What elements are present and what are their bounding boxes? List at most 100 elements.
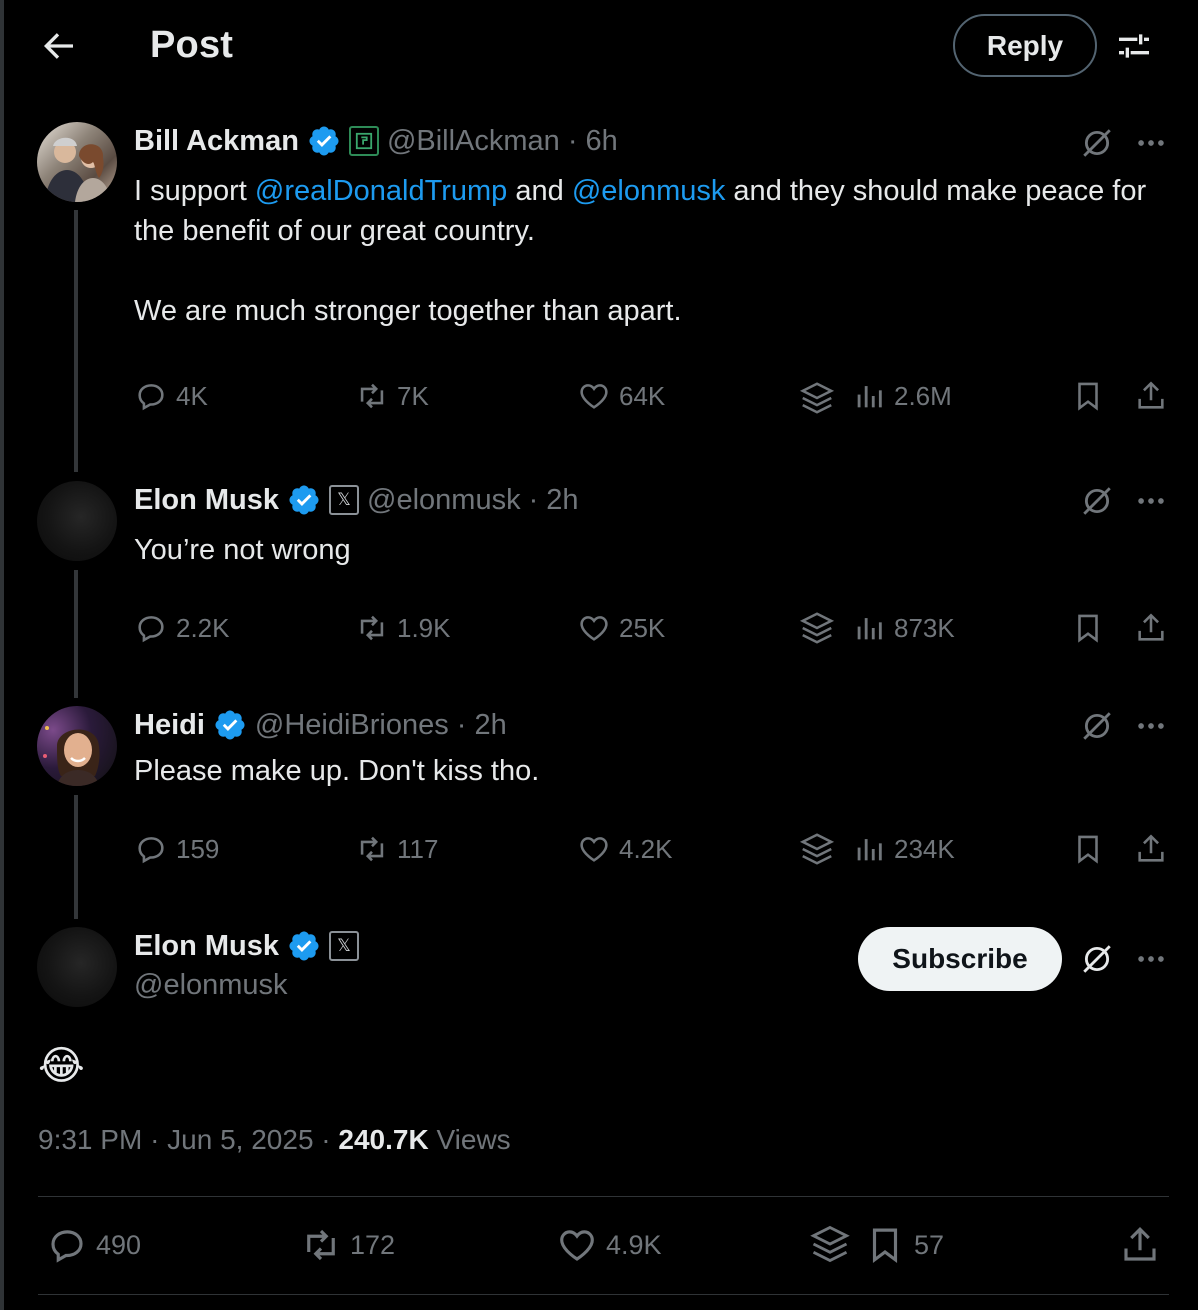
like-count: 64K [619, 380, 666, 411]
author-handle[interactable]: @elonmusk [367, 484, 521, 517]
heart-icon [560, 1230, 594, 1261]
grok-stack-action[interactable] [808, 1222, 852, 1266]
reply-icon [138, 837, 164, 864]
thread-line [74, 210, 78, 472]
author-name[interactable]: Heidi [134, 709, 205, 742]
thread-line [74, 795, 78, 919]
reply-action[interactable]: 490 [46, 1224, 141, 1266]
views-action[interactable]: 2.6M [852, 379, 952, 413]
affiliation-badge-icon[interactable] [348, 126, 379, 156]
reply-icon [138, 384, 164, 411]
reply-count: 2.2K [176, 612, 230, 643]
grok-icon[interactable] [1080, 484, 1114, 518]
analytics-icon [857, 618, 882, 640]
share-action[interactable] [1134, 832, 1168, 866]
share-action[interactable] [1134, 379, 1168, 413]
separator-dot: · [150, 1124, 160, 1155]
bookmark-action[interactable]: 57 [864, 1224, 944, 1266]
more-options-icon[interactable] [1134, 126, 1168, 160]
bookmark-action[interactable] [1071, 611, 1105, 645]
avatar[interactable] [37, 122, 117, 202]
views-count: 2.6M [894, 380, 952, 411]
tweet-text: Please make up. Don't kiss tho. [134, 755, 540, 787]
verified-badge-icon [215, 710, 245, 740]
tweet-text-segment: I support [134, 175, 255, 207]
post-date[interactable]: Jun 5, 2025 [167, 1124, 313, 1155]
like-action[interactable]: 4.9K [556, 1224, 662, 1266]
like-action[interactable]: 64K [577, 379, 665, 413]
like-count: 4.2K [619, 833, 673, 864]
post-metadata: 9:31 PM · Jun 5, 2025 · 240.7K Views [38, 1124, 511, 1156]
x-affiliation-badge-icon[interactable]: 𝕏 [329, 931, 360, 961]
verified-badge-icon [289, 485, 319, 515]
like-count: 4.9K [606, 1229, 662, 1260]
like-action[interactable]: 25K [577, 611, 665, 645]
author-handle[interactable]: @elonmusk [134, 969, 288, 1002]
author-handle[interactable]: @BillAckman [387, 125, 560, 158]
mention-link[interactable]: @elonmusk [572, 175, 726, 207]
divider [38, 1294, 1169, 1295]
analytics-icon [857, 386, 882, 408]
views-action[interactable]: 873K [852, 611, 955, 645]
grok-icon[interactable] [1080, 709, 1114, 743]
reply-action[interactable]: 2.2K [134, 611, 230, 645]
repost-count: 1.9K [397, 612, 451, 643]
views-action[interactable]: 234K [852, 832, 955, 866]
layers-icon [799, 833, 835, 865]
more-options-icon[interactable] [1134, 484, 1168, 518]
reply-count: 490 [96, 1229, 142, 1260]
repost-action[interactable]: 172 [300, 1224, 395, 1266]
like-count: 25K [619, 612, 666, 643]
share-action[interactable] [1134, 611, 1168, 645]
author-name[interactable]: Elon Musk [134, 484, 279, 517]
repost-action[interactable]: 7K [355, 379, 429, 413]
avatar[interactable] [37, 706, 117, 786]
share-icon [1124, 1227, 1156, 1261]
grok-stack-action[interactable] [798, 609, 836, 647]
filter-sliders-icon[interactable] [1114, 26, 1154, 66]
tweet-time[interactable]: · 6h [568, 125, 618, 158]
tweet-time[interactable]: · 2h [457, 709, 507, 742]
share-icon [1138, 834, 1164, 862]
reply-icon [51, 1230, 83, 1263]
reply-button[interactable]: Reply [953, 14, 1097, 77]
author-handle[interactable]: @HeidiBriones [255, 709, 449, 742]
bookmark-action[interactable] [1071, 832, 1105, 866]
mention-link[interactable]: @realDonaldTrump [255, 175, 507, 207]
layers-icon [799, 612, 835, 644]
grok-stack-action[interactable] [798, 379, 836, 417]
reply-action[interactable]: 159 [134, 832, 219, 866]
post-views-count: 240.7K [338, 1124, 429, 1155]
share-action[interactable] [1119, 1224, 1161, 1266]
avatar[interactable] [37, 927, 117, 1007]
reply-action[interactable]: 4K [134, 379, 208, 413]
divider [38, 1196, 1169, 1197]
heart-icon [580, 837, 608, 862]
author-name[interactable]: Bill Ackman [134, 125, 299, 158]
repost-action[interactable]: 117 [355, 832, 438, 866]
more-options-icon[interactable] [1134, 942, 1168, 976]
views-count: 873K [894, 612, 955, 643]
author-name[interactable]: Elon Musk [134, 930, 279, 963]
bookmark-icon [1078, 835, 1098, 864]
repost-action[interactable]: 1.9K [355, 611, 451, 645]
grok-stack-action[interactable] [798, 830, 836, 868]
avatar[interactable] [37, 481, 117, 561]
x-affiliation-badge-icon[interactable]: 𝕏 [329, 485, 360, 515]
grok-icon[interactable] [1080, 942, 1114, 976]
bookmark-action[interactable] [1071, 379, 1105, 413]
reply-count: 159 [176, 833, 220, 864]
subscribe-button[interactable]: Subscribe [858, 927, 1062, 991]
repost-icon [307, 1229, 335, 1261]
tweet-time[interactable]: · 2h [529, 484, 579, 517]
like-action[interactable]: 4.2K [577, 832, 673, 866]
back-arrow-icon[interactable] [38, 26, 78, 66]
separator-dot: · [321, 1124, 331, 1155]
bookmark-count: 57 [914, 1229, 945, 1260]
post-time[interactable]: 9:31 PM [38, 1124, 142, 1155]
tweet-header: Heidi @HeidiBriones · 2h [134, 708, 507, 742]
grok-icon[interactable] [1080, 126, 1114, 160]
layers-icon [799, 382, 835, 414]
reply-icon [138, 616, 164, 643]
more-options-icon[interactable] [1134, 709, 1168, 743]
